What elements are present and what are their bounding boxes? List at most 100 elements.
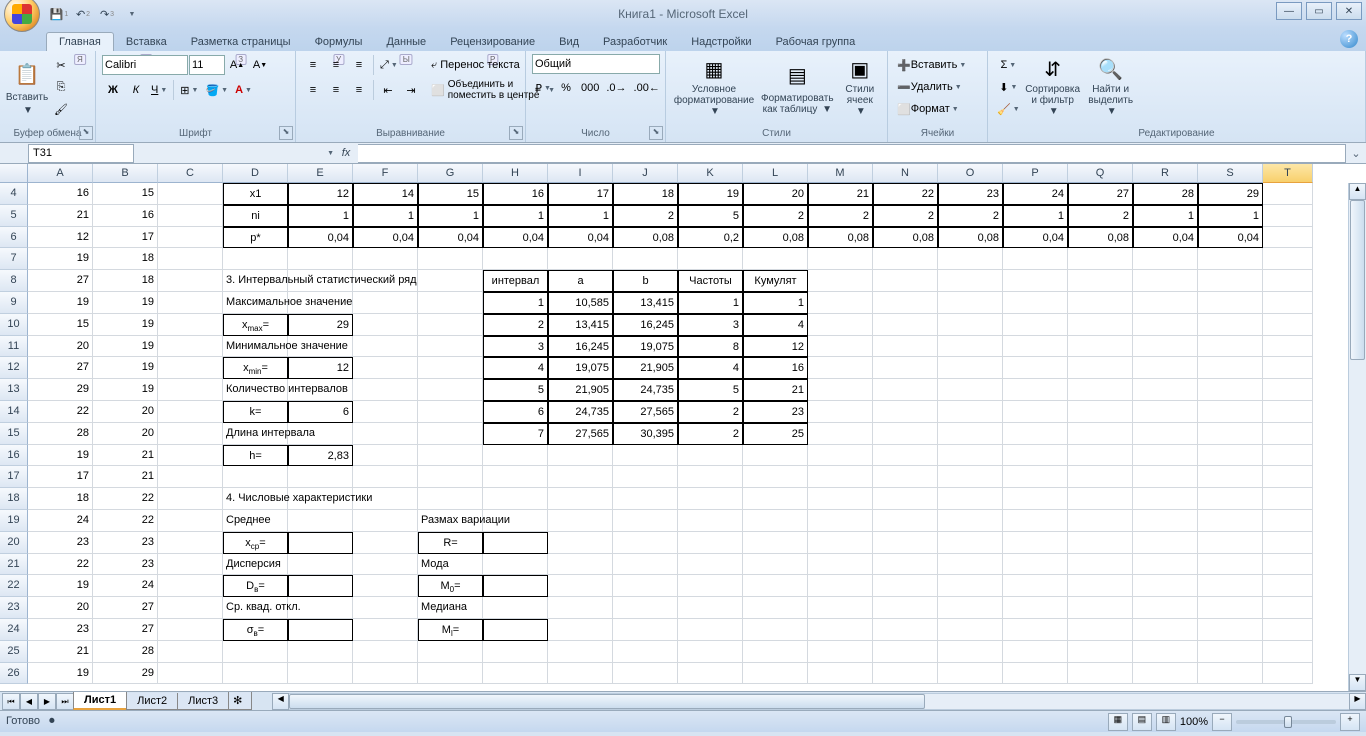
cell-T17[interactable] <box>1263 466 1313 488</box>
row-header-25[interactable]: 25 <box>0 641 28 663</box>
cell-I8[interactable]: a <box>548 270 613 292</box>
cell-M25[interactable] <box>808 641 873 663</box>
cell-G10[interactable] <box>418 314 483 336</box>
row-header-14[interactable]: 14 <box>0 401 28 423</box>
cell-R10[interactable] <box>1133 314 1198 336</box>
number-format-combo[interactable] <box>532 54 660 74</box>
cell-T10[interactable] <box>1263 314 1313 336</box>
cell-R23[interactable] <box>1133 597 1198 619</box>
cell-H24[interactable] <box>483 619 548 641</box>
cell-P9[interactable] <box>1003 292 1068 314</box>
cell-L5[interactable]: 2 <box>743 205 808 227</box>
cell-J11[interactable]: 19,075 <box>613 336 678 358</box>
cell-G12[interactable] <box>418 357 483 379</box>
cell-K26[interactable] <box>678 663 743 685</box>
cell-B23[interactable]: 27 <box>93 597 158 619</box>
cell-D12[interactable]: xmin= <box>223 357 288 379</box>
cell-S14[interactable] <box>1198 401 1263 423</box>
cell-P19[interactable] <box>1003 510 1068 532</box>
cell-N9[interactable] <box>873 292 938 314</box>
cell-T24[interactable] <box>1263 619 1313 641</box>
cell-H15[interactable]: 7 <box>483 423 548 445</box>
namebox-dropdown[interactable]: ▼ <box>327 150 334 157</box>
cell-R4[interactable]: 28 <box>1133 183 1198 205</box>
cell-A5[interactable]: 21 <box>28 205 93 227</box>
cell-N21[interactable] <box>873 554 938 576</box>
cell-O21[interactable] <box>938 554 1003 576</box>
cell-H8[interactable]: интервал <box>483 270 548 292</box>
cell-K25[interactable] <box>678 641 743 663</box>
cell-A24[interactable]: 23 <box>28 619 93 641</box>
cell-O25[interactable] <box>938 641 1003 663</box>
cell-P24[interactable] <box>1003 619 1068 641</box>
cell-B7[interactable]: 18 <box>93 248 158 270</box>
cell-N8[interactable] <box>873 270 938 292</box>
row-header-16[interactable]: 16 <box>0 445 28 467</box>
cell-A20[interactable]: 23 <box>28 532 93 554</box>
formula-bar-expand[interactable]: ⌄ <box>1346 147 1366 160</box>
scroll-right-arrow[interactable]: ▶ <box>1349 693 1366 710</box>
cell-R25[interactable] <box>1133 641 1198 663</box>
cell-L8[interactable]: Кумулят <box>743 270 808 292</box>
select-all-button[interactable] <box>0 164 28 183</box>
formula-input[interactable] <box>358 144 1346 163</box>
cell-T21[interactable] <box>1263 554 1313 576</box>
cell-L4[interactable]: 20 <box>743 183 808 205</box>
cell-C26[interactable] <box>158 663 223 685</box>
cell-F25[interactable] <box>353 641 418 663</box>
cell-J25[interactable] <box>613 641 678 663</box>
cell-J16[interactable] <box>613 445 678 467</box>
tab-team[interactable]: Рабочая группа <box>764 33 868 51</box>
cell-G19[interactable]: Размах вариации <box>418 510 483 532</box>
cell-C18[interactable] <box>158 488 223 510</box>
cell-C9[interactable] <box>158 292 223 314</box>
cell-C13[interactable] <box>158 379 223 401</box>
cell-B9[interactable]: 19 <box>93 292 158 314</box>
decrease-decimal[interactable]: .00← <box>631 77 663 99</box>
cell-B12[interactable]: 19 <box>93 357 158 379</box>
cell-H23[interactable] <box>483 597 548 619</box>
cell-J7[interactable] <box>613 248 678 270</box>
cell-D18[interactable]: 4. Числовые характеристики <box>223 488 288 510</box>
cell-L23[interactable] <box>743 597 808 619</box>
italic-button[interactable]: К <box>125 79 147 101</box>
tab-view[interactable]: ВидО <box>547 33 591 51</box>
cell-B5[interactable]: 16 <box>93 205 158 227</box>
format-painter-button[interactable]: 🖌 <box>50 98 72 120</box>
cell-M10[interactable] <box>808 314 873 336</box>
col-header-D[interactable]: D <box>223 164 288 183</box>
cell-A15[interactable]: 28 <box>28 423 93 445</box>
cell-J14[interactable]: 27,565 <box>613 401 678 423</box>
cell-G22[interactable]: M0= <box>418 575 483 597</box>
cell-F6[interactable]: 0,04 <box>353 227 418 249</box>
cell-O10[interactable] <box>938 314 1003 336</box>
cell-S18[interactable] <box>1198 488 1263 510</box>
cell-L10[interactable]: 4 <box>743 314 808 336</box>
cell-T14[interactable] <box>1263 401 1313 423</box>
cell-O24[interactable] <box>938 619 1003 641</box>
cell-Q25[interactable] <box>1068 641 1133 663</box>
cell-E25[interactable] <box>288 641 353 663</box>
cell-R17[interactable] <box>1133 466 1198 488</box>
cell-T6[interactable] <box>1263 227 1313 249</box>
cell-B21[interactable]: 23 <box>93 554 158 576</box>
cell-S21[interactable] <box>1198 554 1263 576</box>
align-center[interactable]: ≡ <box>325 79 347 101</box>
cell-N18[interactable] <box>873 488 938 510</box>
cell-Q17[interactable] <box>1068 466 1133 488</box>
grow-font-button[interactable]: A▲ <box>226 54 248 76</box>
row-header-15[interactable]: 15 <box>0 423 28 445</box>
cell-S19[interactable] <box>1198 510 1263 532</box>
cell-D22[interactable]: Dв= <box>223 575 288 597</box>
cell-B4[interactable]: 15 <box>93 183 158 205</box>
cell-E19[interactable] <box>288 510 353 532</box>
underline-button[interactable]: Ч▼ <box>148 79 170 101</box>
cell-M16[interactable] <box>808 445 873 467</box>
cell-B24[interactable]: 27 <box>93 619 158 641</box>
cell-M15[interactable] <box>808 423 873 445</box>
cell-R24[interactable] <box>1133 619 1198 641</box>
cell-R18[interactable] <box>1133 488 1198 510</box>
cell-I9[interactable]: 10,585 <box>548 292 613 314</box>
cell-C4[interactable] <box>158 183 223 205</box>
cell-N17[interactable] <box>873 466 938 488</box>
